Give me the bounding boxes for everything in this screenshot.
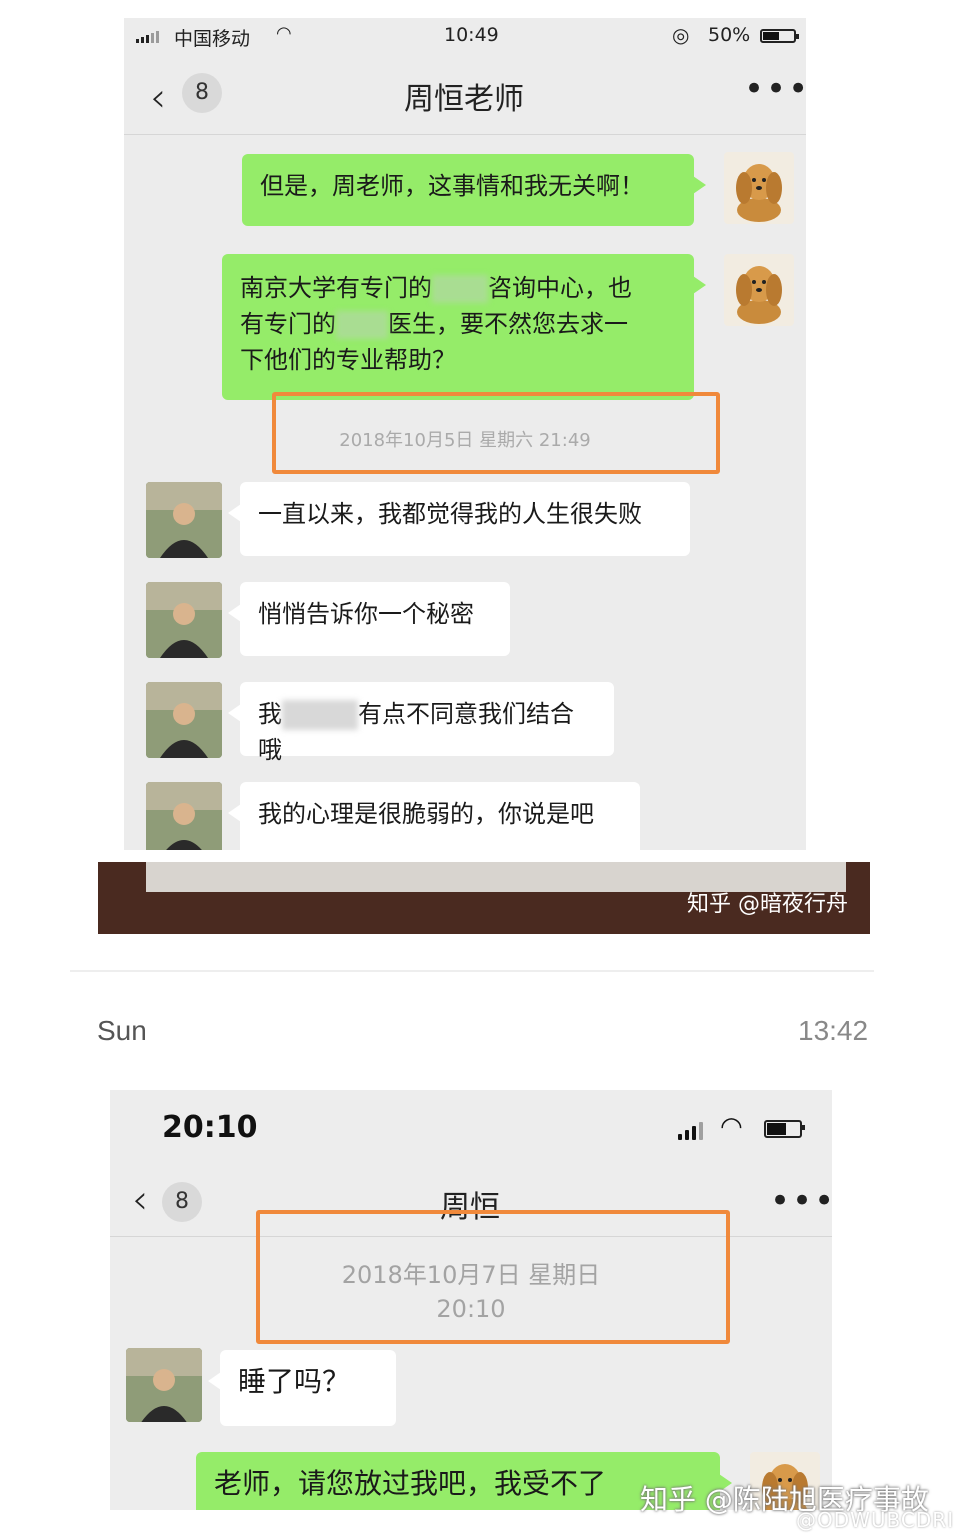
more-options-icon[interactable]: ••• bbox=[770, 1184, 832, 1218]
wifi-icon: ◠ bbox=[720, 1112, 743, 1142]
highlight-box bbox=[272, 392, 720, 474]
message-text: 一直以来，我都觉得我的人生很失败 bbox=[258, 500, 642, 528]
highlight-box bbox=[256, 1210, 730, 1344]
chat-screenshot-bottom: 20:10 ◠ ‹ 8 周恒 ••• 2018年10月7日 星期日 20:10 … bbox=[110, 1090, 832, 1510]
redacted-blur bbox=[432, 275, 488, 303]
header-divider bbox=[124, 134, 806, 135]
message-bubble-received[interactable]: 一直以来，我都觉得我的人生很失败 bbox=[228, 482, 690, 556]
status-bar: 20:10 ◠ bbox=[110, 1090, 832, 1170]
dog-avatar[interactable] bbox=[724, 254, 794, 326]
signal-icon bbox=[678, 1122, 703, 1140]
back-chevron-icon[interactable]: ‹ bbox=[132, 1180, 148, 1220]
rotation-lock-icon: ◎ bbox=[672, 23, 690, 47]
carrier-label: 中国移动 bbox=[174, 28, 251, 50]
unread-count-badge[interactable]: 8 bbox=[182, 73, 222, 113]
message-text: 悄悄告诉你一个秘密 bbox=[258, 600, 474, 628]
man-avatar[interactable] bbox=[146, 682, 222, 758]
message-text: 但是，周老师，这事情和我无关啊！ bbox=[260, 172, 644, 200]
weibo-watermark: @ODWUBCDRI bbox=[796, 1508, 955, 1532]
message-text: 我的心理是很脆弱的，你说是吧 bbox=[258, 800, 594, 828]
message-bubble-received[interactable]: 悄悄告诉你一个秘密 bbox=[228, 582, 510, 656]
message-text: 南京大学有专门的 咨询中心，也 有专门的 医生，要不然您去求一 下他们的专业帮助？ bbox=[240, 274, 632, 374]
battery-icon bbox=[764, 1120, 805, 1138]
dog-avatar[interactable] bbox=[724, 152, 794, 224]
man-avatar[interactable] bbox=[146, 582, 222, 658]
man-avatar[interactable] bbox=[126, 1348, 202, 1422]
message-bubble-received[interactable]: 我有点不同意我们结合哦 bbox=[228, 682, 614, 764]
time-label: 13:42 bbox=[798, 1015, 869, 1046]
battery-percent: 50% bbox=[708, 24, 751, 46]
separator-line bbox=[70, 970, 874, 972]
message-bubble-received[interactable]: 我的心理是很脆弱的，你说是吧 bbox=[228, 782, 640, 850]
status-time: 10:49 bbox=[444, 24, 499, 46]
man-avatar[interactable] bbox=[146, 782, 222, 850]
message-bubble-sent[interactable]: 南京大学有专门的 咨询中心，也 有专门的 医生，要不然您去求一 下他们的专业帮助？ bbox=[222, 254, 706, 400]
message-text: 老师，请您放过我吧，我受不了 bbox=[214, 1467, 607, 1500]
chat-screenshot-top: 中国移动 ◠ 10:49 ◎ 50% ‹ 8 周恒老师 ••• 但是，周老师，这… bbox=[124, 18, 806, 850]
battery-icon bbox=[760, 29, 799, 43]
message-bubble-sent[interactable]: 但是，周老师，这事情和我无关啊！ bbox=[242, 154, 706, 226]
chat-title: 周恒老师 bbox=[404, 82, 524, 117]
back-chevron-icon[interactable]: ‹ bbox=[150, 78, 166, 118]
wifi-icon: ◠ bbox=[276, 23, 292, 44]
unread-count-badge[interactable]: 8 bbox=[162, 1182, 202, 1222]
photo-strip: 知乎 @暗夜行舟 bbox=[98, 862, 870, 934]
man-avatar[interactable] bbox=[146, 482, 222, 558]
day-label: Sun bbox=[97, 1015, 147, 1046]
more-options-icon[interactable]: ••• bbox=[744, 72, 806, 106]
zhihu-watermark: 知乎 @暗夜行舟 bbox=[687, 892, 848, 917]
status-bar: 中国移动 ◠ 10:49 ◎ 50% bbox=[124, 18, 806, 56]
message-text: 睡了吗？ bbox=[238, 1365, 351, 1398]
redacted-blur bbox=[282, 700, 358, 730]
chat-header: ‹ 8 周恒老师 ••• bbox=[124, 66, 806, 136]
status-time: 20:10 bbox=[162, 1110, 258, 1145]
redacted-blur bbox=[336, 311, 388, 339]
message-bubble-received[interactable]: 睡了吗？ bbox=[208, 1350, 396, 1426]
signal-icon bbox=[136, 31, 159, 43]
